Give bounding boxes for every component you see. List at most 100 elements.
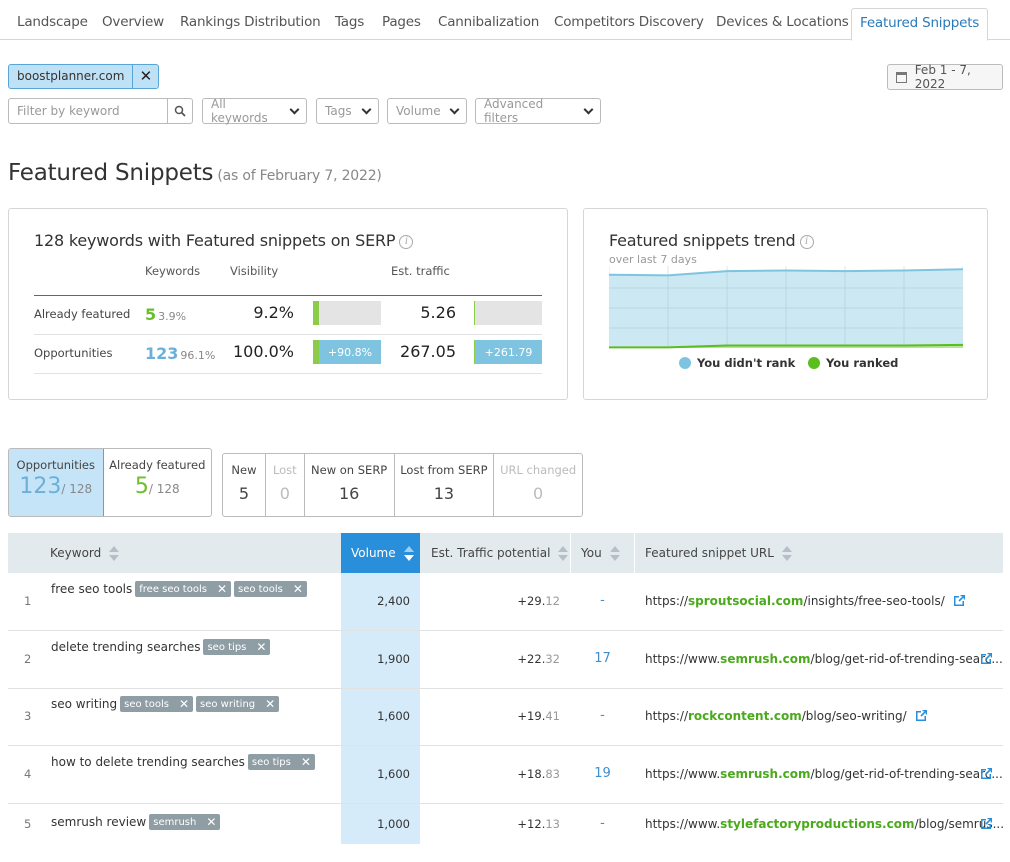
col-keywords: Keywords <box>145 264 201 278</box>
opportunities-count[interactable]: 123 <box>145 344 178 363</box>
th-keyword[interactable]: Keyword <box>50 533 120 573</box>
segment-value: 5 <box>134 474 149 499</box>
trend-chart[interactable] <box>609 266 963 352</box>
opportunities-traffic-bar: +261.79 <box>474 340 542 364</box>
external-link-icon[interactable] <box>916 710 927 721</box>
date-range-button[interactable]: Feb 1 - 7, 2022 <box>887 63 1003 91</box>
close-icon[interactable]: ✕ <box>256 640 266 654</box>
change-lost-from-serp[interactable]: Lost from SERP 13 <box>395 454 495 516</box>
external-link-icon[interactable] <box>981 818 992 829</box>
close-icon[interactable]: ✕ <box>217 582 227 596</box>
volume-value: 1,000 <box>377 817 410 831</box>
col-visibility: Visibility <box>230 264 279 278</box>
report-tabs: Landscape Overview Rankings Distribution… <box>0 0 1010 41</box>
tab-devices-locations[interactable]: Devices & Locations <box>716 14 849 30</box>
external-link-icon[interactable] <box>981 653 992 664</box>
tab-featured-snippets[interactable]: Featured Snippets <box>851 8 989 41</box>
volume-value: 1,900 <box>377 652 410 666</box>
tp-dec: 32 <box>545 652 560 666</box>
change-lost[interactable]: Lost 0 <box>266 454 305 516</box>
snippet-url[interactable]: https://www.stylefactoryproductions.com/… <box>645 817 1004 831</box>
divider <box>34 334 542 335</box>
tab-pages[interactable]: Pages <box>382 14 421 30</box>
table-row[interactable]: 5 semrush review semrush ✕ 1,000 +12.13- https… <box>8 804 1004 862</box>
url-domain: rockcontent.com <box>688 709 802 723</box>
tab-competitors-discovery[interactable]: Competitors Discovery <box>554 14 704 30</box>
th-volume[interactable]: Volume <box>341 533 420 573</box>
volume-dropdown[interactable]: Volume <box>387 98 467 124</box>
th-you[interactable]: You <box>581 533 620 573</box>
change-new[interactable]: New 5 <box>223 454 266 516</box>
snippet-url[interactable]: https://rockcontent.com/blog/seo-writing… <box>645 709 907 723</box>
url-prefix: https://www. <box>645 652 721 666</box>
domain-chip: boostplanner.com ✕ <box>8 64 160 89</box>
snippet-url[interactable]: https://www.semrush.com/blog/get-rid-of-… <box>645 767 1003 781</box>
external-link-icon[interactable] <box>954 595 965 606</box>
tab-cannibalization[interactable]: Cannibalization <box>438 14 539 30</box>
your-position[interactable]: - <box>571 816 634 831</box>
keyword-filter-input[interactable] <box>9 99 167 123</box>
table-row[interactable]: 2 delete trending searches seo tips ✕ 1,900 +… <box>8 631 1003 689</box>
tab-rankings-distribution[interactable]: Rankings Distribution <box>180 14 321 30</box>
volume-value: 1,600 <box>377 767 410 781</box>
table-row[interactable]: 1 free seo tools free seo tools ✕ seo tools ✕… <box>8 573 1003 631</box>
segment-already-featured[interactable]: Already featured 5/ 128 <box>104 449 211 516</box>
external-link-icon[interactable] <box>981 768 992 779</box>
tab-tags[interactable]: Tags <box>335 14 364 30</box>
url-prefix: https://www. <box>645 817 721 831</box>
tab-landscape[interactable]: Landscape <box>17 14 88 30</box>
close-icon[interactable]: ✕ <box>301 755 311 769</box>
tags-dropdown[interactable]: Tags <box>316 98 379 124</box>
keyword-text[interactable]: delete trending searches <box>51 640 200 654</box>
table-row[interactable]: 3 seo writing seo tools ✕ seo writing ✕ 1,600 +… <box>8 688 1003 746</box>
table-row[interactable]: 4 how to delete trending searches seo tips… <box>8 746 1003 804</box>
tp-dec: 41 <box>545 709 560 723</box>
change-value: 0 <box>279 484 290 503</box>
traffic-potential-value: +18.83 <box>428 767 560 781</box>
domain-chip-label[interactable]: boostplanner.com <box>9 65 134 88</box>
bar-fill <box>313 301 319 325</box>
close-icon[interactable]: ✕ <box>206 815 216 829</box>
featured-count[interactable]: 5 <box>145 305 156 324</box>
bar-fill <box>474 301 475 325</box>
th-label: Est. Traffic potential <box>431 546 551 560</box>
close-icon[interactable]: ✕ <box>265 697 275 711</box>
your-position[interactable]: 19 <box>571 766 634 781</box>
chevron-down-icon <box>361 104 372 114</box>
info-icon[interactable]: i <box>399 235 414 249</box>
tp-int: +29. <box>517 594 546 608</box>
keyword-text[interactable]: free seo tools <box>51 582 132 596</box>
search-button[interactable] <box>167 99 192 123</box>
keyword-text[interactable]: seo writing <box>51 697 117 711</box>
keyword-text[interactable]: how to delete trending searches <box>51 755 245 769</box>
your-position[interactable]: - <box>571 593 634 608</box>
all-keywords-dropdown[interactable]: All keywords <box>202 97 307 125</box>
snippet-url[interactable]: https://www.semrush.com/blog/get-rid-of-… <box>645 652 1003 666</box>
your-position[interactable]: - <box>571 708 634 723</box>
snippet-url[interactable]: https://sproutsocial.com/insights/free-s… <box>645 594 945 608</box>
tag-label: semrush <box>153 816 197 828</box>
close-icon[interactable]: ✕ <box>293 582 303 596</box>
trend-title-text: Featured snippets trend <box>609 231 796 250</box>
advanced-filters-dropdown[interactable]: Advanced filters <box>475 97 601 125</box>
legend-dot <box>808 357 820 369</box>
tag-label: seo tools <box>124 698 169 710</box>
keyword-text[interactable]: semrush review <box>51 815 146 829</box>
th-snippet-url[interactable]: Featured snippet URL <box>645 533 792 573</box>
dropdown-label: Volume <box>396 104 441 118</box>
close-icon[interactable]: ✕ <box>133 65 158 88</box>
close-icon[interactable]: ✕ <box>179 697 189 711</box>
legend-ranked[interactable]: You ranked <box>808 356 898 370</box>
change-url-changed[interactable]: URL changed 0 <box>494 454 582 516</box>
legend-didnt-rank[interactable]: You didn't rank <box>679 356 795 370</box>
traffic-delta: +261.79 <box>475 340 542 364</box>
legend-label: You didn't rank <box>697 356 796 370</box>
info-icon[interactable]: i <box>799 235 814 249</box>
traffic-potential-value: +12.13 <box>428 817 560 831</box>
change-label: Lost from SERP <box>400 463 488 477</box>
change-new-on-serp[interactable]: New on SERP 16 <box>305 454 395 516</box>
tab-overview[interactable]: Overview <box>102 14 164 30</box>
segment-opportunities[interactable]: Opportunities 123/ 128 <box>9 449 104 516</box>
your-position[interactable]: 17 <box>571 651 634 666</box>
th-traffic-potential[interactable]: Est. Traffic potential <box>431 533 569 573</box>
